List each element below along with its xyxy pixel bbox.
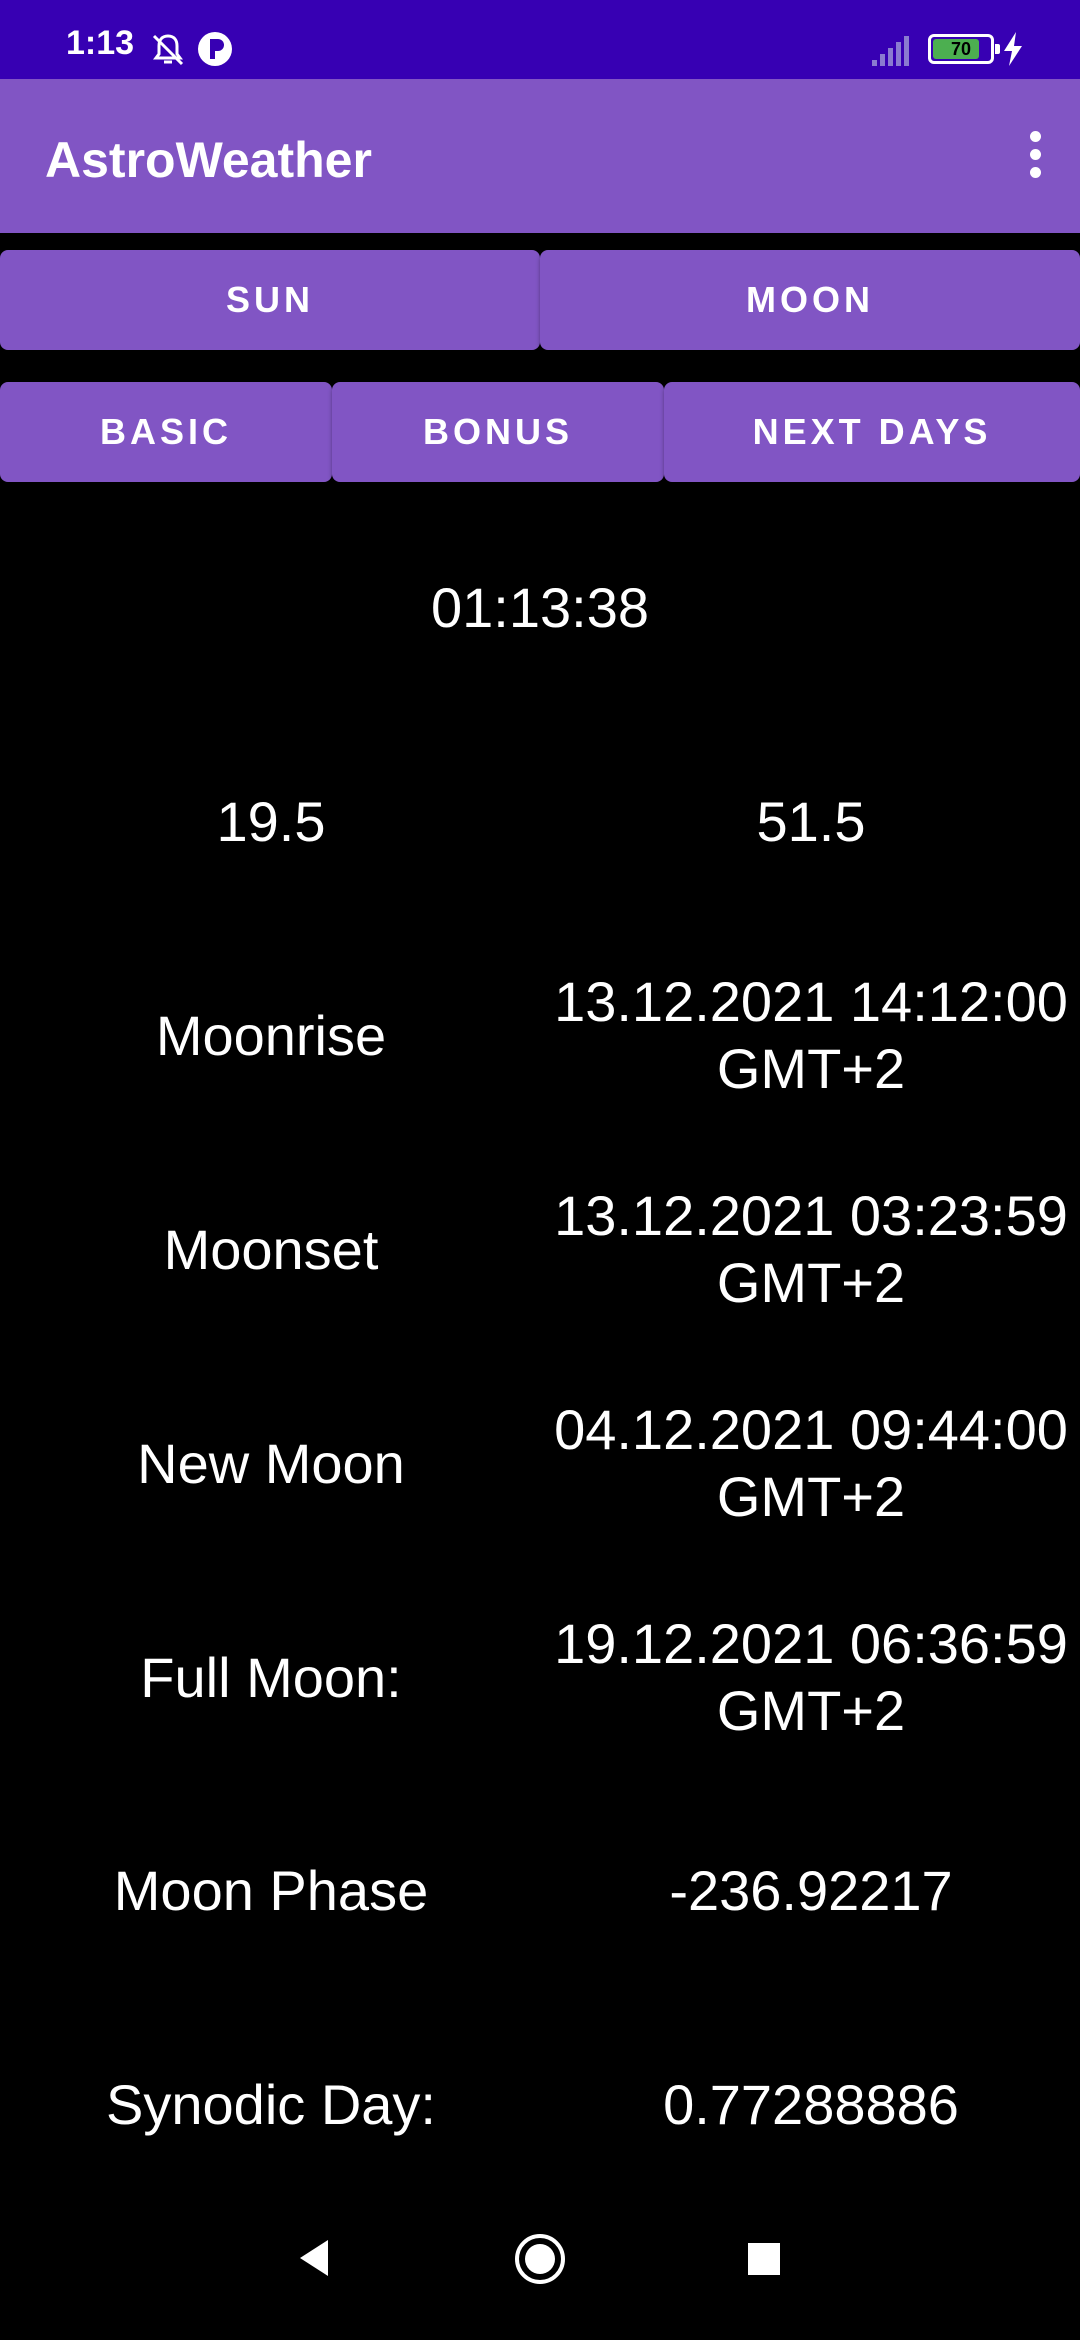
moon-button[interactable]: MOON (540, 250, 1080, 350)
new-moon-label: New Moon (137, 1432, 405, 1495)
moonrise-label: Moonrise (155, 1004, 387, 1067)
moonset-date: 13.12.2021 03:23:59 (554, 1184, 1068, 1247)
moonrise-date: 13.12.2021 14:12:00 (554, 970, 1068, 1033)
basic-button[interactable]: BASIC (0, 382, 332, 482)
overflow-menu-icon[interactable] (1020, 131, 1050, 181)
new-moon-timezone: GMT+2 (716, 1465, 906, 1528)
battery-icon: 70 (928, 34, 1000, 64)
moon-phase-label: Moon Phase (113, 1859, 429, 1922)
moonset-timezone: GMT+2 (716, 1251, 906, 1314)
next-days-button[interactable]: NEXT DAYS (664, 382, 1080, 482)
signal-icon (872, 36, 909, 66)
full-moon-label: Full Moon: (140, 1646, 402, 1709)
synodic-day-value: 0.77288886 (663, 2073, 959, 2136)
bell-muted-icon (152, 34, 184, 66)
navigation-bar (0, 2180, 1080, 2340)
charging-bolt-icon (1004, 32, 1022, 66)
full-moon-date: 19.12.2021 06:36:59 (554, 1612, 1068, 1675)
moonrise-timezone: GMT+2 (716, 1037, 906, 1100)
battery-level: 70 (950, 39, 972, 59)
longitude-value: 19.5 (216, 790, 326, 853)
home-circle-icon[interactable] (514, 2233, 566, 2285)
app-title: AstroWeather (45, 132, 372, 188)
full-moon-timezone: GMT+2 (716, 1679, 906, 1742)
moonset-label: Moonset (163, 1218, 379, 1281)
new-moon-date: 04.12.2021 09:44:00 (554, 1398, 1068, 1461)
latitude-value: 51.5 (756, 790, 866, 853)
status-time: 1:13 (66, 24, 135, 62)
back-triangle-icon[interactable] (296, 2238, 332, 2278)
synodic-day-label: Synodic Day: (106, 2073, 436, 2136)
bonus-button[interactable]: BONUS (332, 382, 664, 482)
sun-button[interactable]: SUN (0, 250, 540, 350)
recents-square-icon[interactable] (746, 2241, 782, 2277)
current-time: 01:13:38 (431, 576, 649, 639)
moon-phase-value: -236.92217 (669, 1859, 953, 1922)
app-bar: AstroWeather (0, 79, 1080, 233)
app-notification-icon (198, 32, 232, 66)
status-bar: 1:13 70 (0, 0, 1080, 79)
